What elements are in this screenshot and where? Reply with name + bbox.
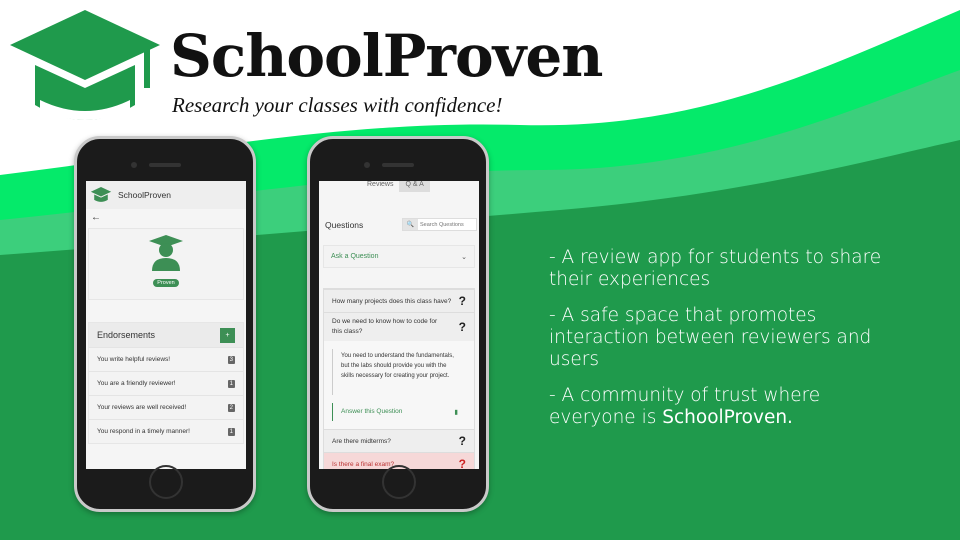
tab-reviews[interactable]: Reviews xyxy=(361,181,399,192)
chevron-down-icon: ⌄ xyxy=(461,253,467,261)
ask-question-label: Ask a Question xyxy=(331,253,379,260)
back-arrow-icon[interactable]: ← xyxy=(86,209,246,226)
bullet: - A community of trust where everyone is… xyxy=(549,385,909,429)
question-text: Is there a final exam? xyxy=(332,460,395,468)
phone-profile: SchoolProven ← Proven Endorsements + You… xyxy=(74,136,256,512)
endorsement-text: You respond in a timely manner! xyxy=(97,428,190,435)
ask-question-dropdown[interactable]: Ask a Question ⌄ xyxy=(323,245,475,268)
home-button xyxy=(382,465,416,499)
endorsement-row: You are a friendly reviewer! 1 xyxy=(89,371,243,395)
brand-title: SchoolProven xyxy=(170,22,603,90)
endorsements-title: Endorsements xyxy=(97,330,156,340)
questions-screen: Reviews Q & A Questions 🔍 Ask a Question… xyxy=(319,181,479,469)
question-text: Are there midterms? xyxy=(332,437,391,445)
question-mark-icon: ? xyxy=(458,320,466,334)
endorsement-count: 1 xyxy=(227,379,235,388)
graduation-cap-logo xyxy=(10,10,160,120)
bullet: - A review app for students to share the… xyxy=(549,247,882,290)
student-avatar-icon xyxy=(149,235,183,271)
endorsement-row: Your reviews are well received! 2 xyxy=(89,395,243,419)
search-input[interactable] xyxy=(418,219,476,230)
answer-block: You need to understand the fundamentals,… xyxy=(324,341,474,429)
feature-bullets: - A review app for students to share the… xyxy=(549,247,909,443)
question-mark-icon: ? xyxy=(458,434,466,448)
question-item[interactable]: Do we need to know how to code for this … xyxy=(324,312,474,341)
bullet-bold-brand: SchoolProven. xyxy=(662,407,793,428)
app-header: SchoolProven xyxy=(86,181,246,209)
search-questions[interactable]: 🔍 xyxy=(401,218,477,231)
endorsement-text: You are a friendly reviewer! xyxy=(97,380,176,387)
tab-qa[interactable]: Q & A xyxy=(399,181,430,192)
answer-link-label: Answer this Question xyxy=(341,408,403,415)
question-mark-icon: ? xyxy=(458,294,466,308)
question-mark-icon: ? xyxy=(458,457,466,469)
profile-screen: SchoolProven ← Proven Endorsements + You… xyxy=(86,181,246,469)
endorsement-row: You respond in a timely manner! 1 xyxy=(89,419,243,443)
phone-questions: Reviews Q & A Questions 🔍 Ask a Question… xyxy=(307,136,489,512)
comments-icon: ▮ xyxy=(454,409,458,416)
app-name: SchoolProven xyxy=(118,190,171,200)
speaker xyxy=(149,163,181,167)
question-text: Do we need to know how to code for this … xyxy=(332,318,438,335)
add-endorsement-button[interactable]: + xyxy=(220,327,235,343)
questions-title: Questions xyxy=(325,219,364,230)
question-text: How many projects does this class have? xyxy=(332,297,452,305)
endorsement-text: Your reviews are well received! xyxy=(97,404,187,411)
camera xyxy=(364,162,370,168)
endorsement-count: 2 xyxy=(227,403,235,412)
proven-badge: Proven xyxy=(153,279,179,287)
endorsement-row: You write helpful reviews! 3 xyxy=(89,347,243,371)
app-logo-icon xyxy=(90,187,112,202)
home-button xyxy=(149,465,183,499)
search-icon: 🔍 xyxy=(402,219,418,230)
answer-text: You need to understand the fundamentals,… xyxy=(332,349,466,395)
brand-tagline: Research your classes with confidence! xyxy=(172,93,503,117)
endorsement-count: 1 xyxy=(227,427,235,436)
question-item[interactable]: How many projects does this class have?? xyxy=(324,289,474,312)
camera xyxy=(131,162,137,168)
bullet: - A safe space that promotes interaction… xyxy=(549,305,872,370)
profile-card: Proven xyxy=(88,228,244,300)
endorsements-card: Endorsements + You write helpful reviews… xyxy=(88,322,244,444)
answer-question-link[interactable]: Answer this Question ▮ xyxy=(332,403,466,421)
endorsement-text: You write helpful reviews! xyxy=(97,356,171,363)
question-item[interactable]: Are there midterms?? xyxy=(324,429,474,452)
endorsement-count: 3 xyxy=(227,355,235,364)
questions-list: How many projects does this class have??… xyxy=(323,288,475,469)
speaker xyxy=(382,163,414,167)
